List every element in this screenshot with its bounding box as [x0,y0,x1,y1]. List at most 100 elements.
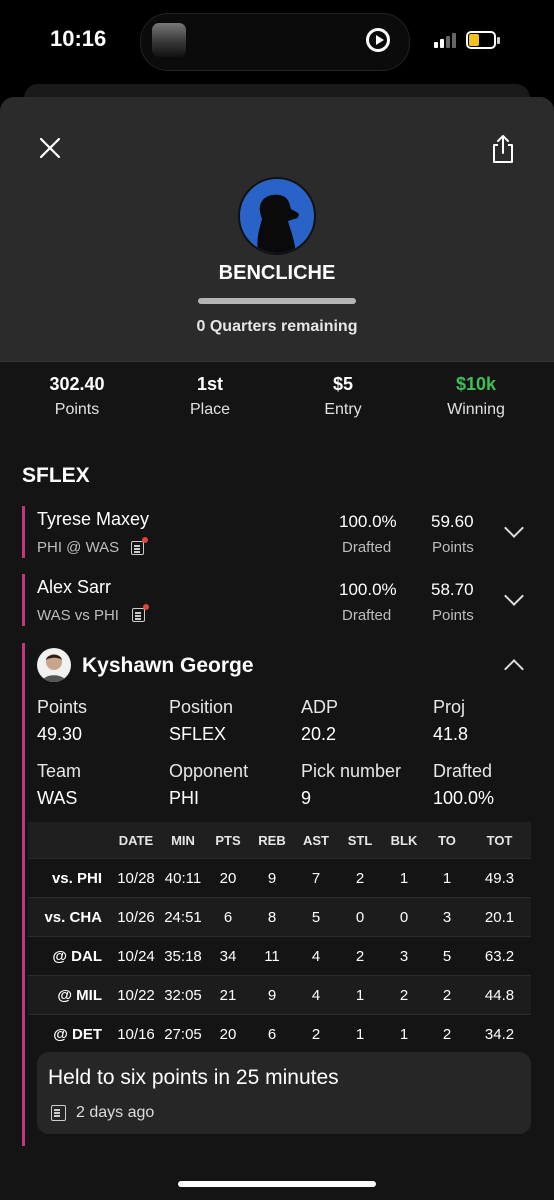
player-accent [22,506,25,558]
stat-cell: 2 [338,858,382,898]
stat-entry: $5 Entry [274,374,412,419]
info-proj: Proj 41.8 [433,697,468,745]
player-drafted: 100.0% [339,512,397,531]
info-label: Drafted [433,761,493,781]
table-row: vs. PHI 10/28 40:11 20 9 7 2 1 1 49.3 [28,858,531,898]
column-header: TO [426,822,468,859]
column-header: DATE [112,822,160,859]
stat-value: $10k [455,374,497,394]
game-opponent: @ DET [28,1014,112,1053]
close-icon[interactable] [38,136,62,160]
status-time: 10:16 [50,26,107,51]
stat-cell: 44.8 [468,975,531,1015]
progress-bar [198,298,356,304]
stat-cell: 21 [206,975,250,1015]
column-header: TOT [468,822,531,859]
stat-cell: 9 [250,975,294,1015]
stat-cell: 11 [250,936,294,976]
share-icon[interactable] [490,134,516,164]
stat-winning: $10k Winning [407,374,545,419]
news-timestamp: 2 days ago [76,1104,155,1121]
news-alert-dot [143,604,149,610]
stat-cell: 2 [426,975,468,1015]
stat-cell: 1 [338,1014,382,1053]
player-name[interactable]: Tyrese Maxey [37,509,149,530]
news-headline[interactable]: Held to six points in 25 minutes [48,1066,339,1090]
stat-cell: 5 [294,897,338,937]
stat-cell: 40:11 [160,858,206,898]
home-indicator[interactable] [178,1181,376,1187]
info-pick-number: Pick number 9 [301,761,401,809]
info-label: ADP [301,697,339,717]
game-log-table: DATE MIN PTS REB AST STL BLK TO TOT vs. … [28,822,531,1053]
column-header: BLK [382,822,426,859]
news-icon[interactable] [132,608,145,622]
info-value: PHI [169,788,200,808]
stat-cell: 0 [338,897,382,937]
stat-cell: 0 [382,897,426,937]
dog-avatar-icon [257,194,299,253]
info-value: 100.0% [433,788,495,808]
points-label: Points [432,607,474,624]
info-adp: ADP 20.2 [301,697,338,745]
column-header: REB [250,822,294,859]
info-drafted: Drafted 100.0% [433,761,494,809]
stat-cell: 24:51 [160,897,206,937]
table-row: @ DET 10/16 27:05 20 6 2 1 1 2 34.2 [28,1014,531,1053]
stat-cell: 20 [206,1014,250,1053]
stat-cell: 32:05 [160,975,206,1015]
game-opponent: vs. CHA [28,897,112,937]
column-header: AST [294,822,338,859]
player-matchup: PHI @ WAS [37,539,120,556]
play-icon[interactable] [366,28,390,52]
info-value: SFLEX [169,724,227,744]
signal-bar [452,33,456,48]
column-header: STL [338,822,382,859]
stat-cell: 49.3 [468,858,531,898]
info-points: Points 49.30 [37,697,87,745]
info-value: 41.8 [433,724,469,744]
entry-stats: 302.40 Points 1st Place $5 Entry $10k Wi… [0,361,554,433]
stat-cell: 7 [294,858,338,898]
section-title: SFLEX [22,464,90,487]
stat-cell: 9 [250,858,294,898]
stat-cell: 10/28 [112,858,160,898]
player-points: 58.70 [431,580,474,599]
info-opponent: Opponent PHI [169,761,248,809]
stat-cell: 4 [294,975,338,1015]
stat-cell: 34.2 [468,1014,531,1053]
stat-cell: 1 [338,975,382,1015]
player-accent [22,574,25,626]
news-icon[interactable] [131,541,144,555]
expanded-player-name[interactable]: Kyshawn George [82,654,254,678]
stat-cell: 10/26 [112,897,160,937]
info-label: Pick number [301,761,402,781]
info-team: Team WAS [37,761,81,809]
drafted-label: Drafted [342,539,392,556]
player-headshot-icon [42,654,66,682]
stat-label: Entry [324,401,362,418]
info-value: 49.30 [37,724,83,744]
info-label: Points [37,697,88,717]
info-label: Team [37,761,82,781]
stat-cell: 2 [338,936,382,976]
stat-value: 302.40 [49,374,105,394]
stat-cell: 10/24 [112,936,160,976]
battery-tip [497,37,500,44]
game-opponent: vs. PHI [28,858,112,898]
info-position: Position SFLEX [169,697,233,745]
table-row: @ MIL 10/22 32:05 21 9 4 1 2 2 44.8 [28,975,531,1015]
stat-cell: 10/22 [112,975,160,1015]
column-header [28,822,112,859]
stat-cell: 34 [206,936,250,976]
stat-cell: 2 [382,975,426,1015]
news-icon [51,1105,66,1121]
info-label: Proj [433,697,466,717]
player-accent [22,643,25,1146]
stat-label: Points [54,401,100,418]
info-label: Opponent [169,761,249,781]
signal-bar [446,36,450,48]
stat-cell: 8 [250,897,294,937]
player-name[interactable]: Alex Sarr [37,577,111,598]
info-value: 20.2 [301,724,337,744]
